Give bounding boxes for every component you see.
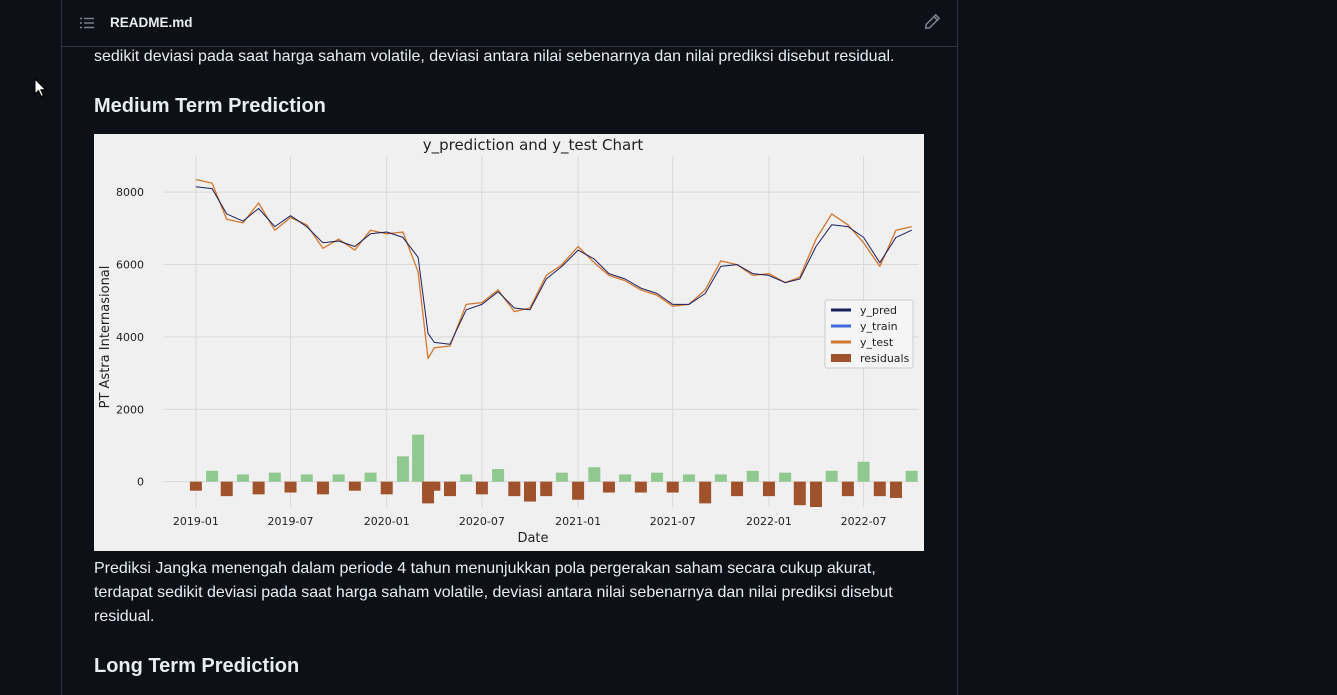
residual-bar (252, 481, 265, 495)
prediction-chart-image: 0 2000 4000 6000 8000 2019-01 2019-07 2020-01 20… (94, 134, 924, 551)
readme-panel: README.md sedikit deviasi pada saat harg… (61, 0, 958, 695)
x-tick-label: 2022-07 (841, 515, 887, 528)
residual-layer (189, 434, 918, 507)
residual-bar (825, 470, 838, 482)
residual-bar (300, 474, 313, 482)
residual-bar (841, 481, 854, 497)
residual-bar (857, 461, 870, 482)
residual-bar (316, 481, 329, 495)
residual-bar (682, 474, 695, 482)
chart-legend: y_pred y_train y_test residuals (824, 299, 914, 369)
residual-bar (412, 434, 425, 482)
residual-bar (714, 474, 727, 482)
heading-long-term: Long Term Prediction (94, 655, 300, 677)
x-tick-label: 2020-07 (459, 515, 505, 528)
residual-bar (651, 472, 664, 482)
y-tick-label: 6000 (116, 259, 144, 272)
residual-bar (762, 481, 775, 497)
file-header: README.md (62, 0, 957, 47)
y-axis-label: PT Astra Internasional (98, 266, 113, 409)
residual-bar (284, 481, 297, 493)
residual-bar (699, 481, 712, 504)
residual-bar (809, 481, 822, 507)
residual-bar (206, 470, 219, 482)
residual-bar (508, 481, 521, 497)
x-tick-label: 2020-01 (364, 515, 410, 528)
x-axis-label: Date (517, 531, 548, 546)
pencil-icon[interactable] (924, 13, 941, 30)
residual-bar (634, 481, 647, 493)
legend-swatch (831, 354, 851, 362)
grid-layer (164, 156, 919, 507)
residual-bar (523, 481, 536, 502)
residual-bar (396, 456, 409, 482)
heading-medium-term: Medium Term Prediction (94, 95, 326, 117)
residual-bar (731, 481, 744, 497)
chart-title: y_prediction and y_test Chart (423, 136, 644, 155)
residual-bar (572, 481, 585, 500)
residual-bar (236, 474, 249, 482)
paragraph-medium-term-description: Prediksi Jangka menengah dalam periode 4… (94, 560, 893, 625)
residual-bar (905, 470, 918, 482)
line-layer (195, 178, 912, 360)
residual-bar (492, 469, 505, 482)
legend-label: y_train (860, 320, 898, 333)
y-tick-label: 0 (137, 476, 144, 489)
residual-bar (746, 470, 759, 482)
residual-bar (332, 474, 345, 482)
file-name[interactable]: README.md (110, 15, 193, 30)
legend-label: y_pred (860, 304, 897, 317)
residual-bar (555, 472, 568, 482)
residual-bar (779, 472, 792, 482)
residual-bar (268, 472, 281, 482)
residual-bar (460, 474, 473, 482)
paragraph-residual-note: sedikit deviasi pada saat harga saham vo… (94, 48, 895, 65)
residual-bar (444, 481, 457, 497)
residual-bar (348, 481, 361, 491)
x-tick-label: 2021-07 (650, 515, 696, 528)
list-unordered-icon[interactable] (79, 15, 95, 31)
x-tick-label: 2019-01 (173, 515, 219, 528)
legend-label: residuals (860, 352, 910, 365)
y-tick-label: 8000 (116, 186, 144, 199)
residual-bar (619, 474, 632, 482)
residual-bar (475, 481, 488, 495)
y-tick-label: 2000 (116, 403, 144, 416)
legend-label: y_test (860, 336, 894, 349)
residual-bar (540, 481, 553, 497)
mouse-cursor-icon (34, 78, 47, 98)
residual-bar (220, 481, 233, 497)
residual-bar (364, 472, 377, 482)
residual-bar (189, 481, 202, 491)
residual-bar (380, 481, 393, 495)
residual-bar (588, 467, 601, 482)
residual-bar (889, 481, 902, 498)
x-tick-label: 2021-01 (555, 515, 601, 528)
prediction-chart: 0 2000 4000 6000 8000 2019-01 2019-07 2020-01 20… (98, 136, 919, 546)
y-tick-label: 4000 (116, 331, 144, 344)
residual-bar (428, 481, 441, 491)
residual-bar (873, 481, 886, 497)
residual-bar (602, 481, 615, 493)
residual-bar (793, 481, 806, 506)
x-tick-label: 2022-01 (746, 515, 792, 528)
residual-bar (666, 481, 679, 493)
x-tick-label: 2019-07 (268, 515, 314, 528)
